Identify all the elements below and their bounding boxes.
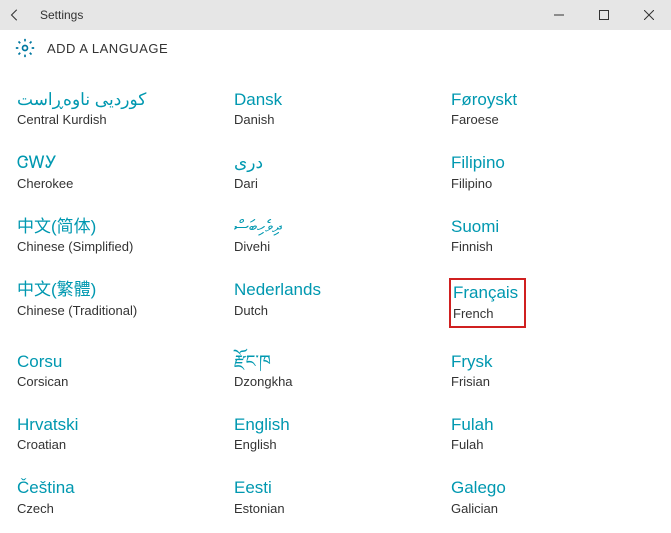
language-item[interactable]: Føroyskt Faroese [449, 88, 656, 129]
language-native-name: English [234, 415, 437, 435]
language-english-name: Finnish [451, 239, 654, 254]
language-english-name: Chinese (Simplified) [17, 239, 220, 254]
language-english-name: Cherokee [17, 176, 220, 191]
back-button[interactable] [0, 0, 30, 30]
language-item[interactable]: ČeštinaCzech [15, 476, 222, 517]
window-title: Settings [40, 8, 83, 22]
language-native-name: རྫོང་ཁ [234, 352, 437, 372]
language-english-name: Dari [234, 176, 437, 191]
language-native-name: ދިވެހިބަސް [234, 217, 437, 237]
language-native-name: ᏣᎳᎩ [17, 153, 220, 173]
language-item[interactable]: Hrvatski Croatian [15, 413, 222, 454]
close-button[interactable] [626, 0, 671, 30]
language-english-name: Dutch [234, 303, 437, 318]
language-native-name: Nederlands [234, 280, 437, 300]
language-native-name: 中文(简体) [17, 217, 220, 237]
language-native-name: Français [453, 283, 518, 303]
language-native-name: Føroyskt [451, 90, 654, 110]
minimize-button[interactable] [536, 0, 581, 30]
language-item[interactable]: Fulah Fulah [449, 413, 656, 454]
page-title: ADD A LANGUAGE [47, 41, 168, 56]
language-item[interactable]: GalegoGalician [449, 476, 656, 517]
language-english-name: Dzongkha [234, 374, 437, 389]
language-english-name: Frisian [451, 374, 654, 389]
language-item[interactable]: Nederlands Dutch [232, 278, 439, 327]
language-english-name: Chinese (Traditional) [17, 303, 220, 318]
language-english-name: Filipino [451, 176, 654, 191]
language-native-name: Čeština [17, 478, 220, 498]
language-native-name: 中文(繁體) [17, 280, 220, 300]
language-item[interactable]: 中文(简体) Chinese (Simplified) [15, 215, 222, 256]
language-english-name: Divehi [234, 239, 437, 254]
language-item[interactable]: Dansk Danish [232, 88, 439, 129]
maximize-button[interactable] [581, 0, 626, 30]
language-native-name: Fulah [451, 415, 654, 435]
language-item[interactable]: Corsu Corsican [15, 350, 222, 391]
language-item[interactable]: کوردیی ناوەڕاست Central Kurdish [15, 88, 222, 129]
language-item[interactable]: ދިވެހިބަސް Divehi [232, 215, 439, 256]
language-english-name: Danish [234, 112, 437, 127]
language-native-name: Suomi [451, 217, 654, 237]
language-english-name: French [453, 306, 518, 321]
language-native-name: درى [234, 153, 437, 173]
language-english-name: Faroese [451, 112, 654, 127]
language-english-name: Central Kurdish [17, 112, 220, 127]
language-item[interactable]: Filipino Filipino [449, 151, 656, 192]
language-native-name: Filipino [451, 153, 654, 173]
language-english-name: Fulah [451, 437, 654, 452]
language-item[interactable]: English English [232, 413, 439, 454]
language-native-name: Hrvatski [17, 415, 220, 435]
language-item[interactable]: Frysk Frisian [449, 350, 656, 391]
titlebar: Settings [0, 0, 671, 30]
page-header: ADD A LANGUAGE [0, 30, 671, 73]
language-item[interactable]: རྫོང་ཁ Dzongkha [232, 350, 439, 391]
language-item[interactable]: درى Dari [232, 151, 439, 192]
language-native-name: Frysk [451, 352, 654, 372]
language-native-name: Dansk [234, 90, 437, 110]
language-native-name: Eesti [234, 478, 437, 498]
language-english-name: English [234, 437, 437, 452]
language-english-name: Croatian [17, 437, 220, 452]
language-grid: کوردیی ناوەڕاست Central Kurdish Dansk Danis… [0, 73, 671, 533]
language-native-name: کوردیی ناوەڕاست [17, 90, 220, 110]
language-native-name: Corsu [17, 352, 220, 372]
language-item[interactable]: 中文(繁體) Chinese (Traditional) [15, 278, 222, 327]
language-item[interactable]: Suomi Finnish [449, 215, 656, 256]
gear-icon [15, 38, 35, 58]
language-native-name: Galego [451, 478, 654, 498]
language-item[interactable]: EestiEstonian [232, 476, 439, 517]
window-controls [536, 0, 671, 30]
language-english-name: Corsican [17, 374, 220, 389]
language-item[interactable]: ᏣᎳᎩ Cherokee [15, 151, 222, 192]
language-item[interactable]: Français French [449, 278, 526, 327]
